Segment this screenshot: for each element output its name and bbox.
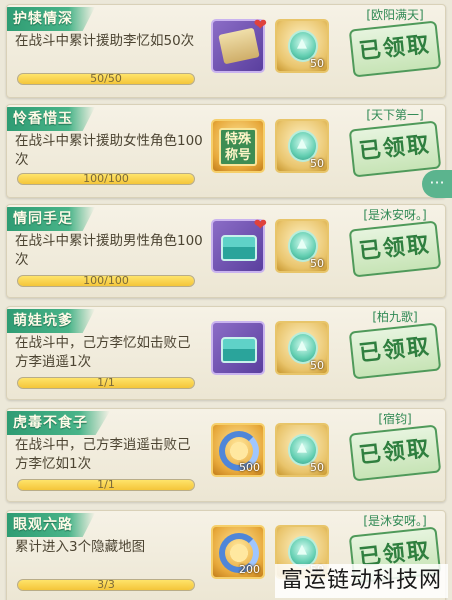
reward-item[interactable]: 200 — [211, 525, 265, 579]
achievement-title: 眼观六路 — [7, 513, 95, 537]
reward-jade[interactable]: 50 — [275, 19, 329, 73]
achievement-desc: 在战斗中累计援助李忆如50次 — [15, 33, 195, 49]
achievement-title: 情同手足 — [7, 207, 95, 231]
achievement-desc: 在战斗中，己方李忆如击败己方李逍遥1次 — [15, 335, 191, 370]
watermark: 富运链动科技网 — [274, 564, 448, 598]
achievement-card: 萌娃坑爹 在战斗中，己方李忆如击败己方李逍遥1次 1/1 50 [柏九歌] 已领… — [6, 306, 446, 400]
claimed-button[interactable]: 已领取 — [348, 220, 442, 278]
progress-bar: 50/50 — [17, 73, 195, 85]
claimed-button[interactable]: 已领取 — [348, 120, 442, 178]
reward-count: 50 — [310, 157, 324, 170]
claimer-name: [是沐安呀。] — [363, 514, 427, 528]
heart-icon: ❤ — [253, 15, 267, 34]
reward-item-count: 500 — [239, 461, 260, 474]
achievement-title: 萌娃坑爹 — [7, 309, 95, 333]
chat-bubble-icon[interactable]: ··· — [422, 170, 452, 198]
progress-bar: 1/1 — [17, 377, 195, 389]
progress-bar: 1/1 — [17, 479, 195, 491]
reward-jade[interactable]: 50 — [275, 423, 329, 477]
claimed-button[interactable]: 已领取 — [348, 322, 442, 380]
achievement-list: 护犊情深 在战斗中累计援助李忆如50次 50/50 ❤ 50 [欧阳满天] 已领… — [0, 0, 452, 600]
achievement-desc: 累计进入3个隐藏地图 — [15, 539, 146, 555]
progress-text: 100/100 — [83, 173, 129, 185]
reward-item[interactable]: ❤ — [211, 215, 267, 273]
reward-jade[interactable]: 50 — [275, 321, 329, 375]
reward-count: 50 — [310, 359, 324, 372]
reward-jade[interactable]: 50 — [275, 119, 329, 173]
claimed-button[interactable]: 已领取 — [348, 20, 442, 78]
claimer-name: [柏九歌] — [372, 310, 418, 324]
achievement-title: 护犊情深 — [7, 7, 95, 31]
claimer-name: [是沐安呀。] — [363, 208, 427, 222]
heart-icon: ❤ — [253, 215, 267, 234]
chest-icon — [221, 235, 257, 261]
achievement-desc: 在战斗中累计援助男性角色100次 — [15, 233, 203, 268]
reward-item[interactable]: ❤ — [211, 15, 267, 73]
progress-text: 50/50 — [90, 73, 122, 85]
progress-text: 3/3 — [97, 579, 115, 591]
reward-jade[interactable]: 50 — [275, 219, 329, 273]
achievement-title: 怜香惜玉 — [7, 107, 95, 131]
achievement-title: 虎毒不食子 — [7, 411, 110, 435]
reward-item-count: 200 — [239, 563, 260, 576]
progress-bar: 3/3 — [17, 579, 195, 591]
achievement-card: 虎毒不食子 在战斗中，己方李逍遥击败己方李忆如1次 1/1 500 50 [宿钧… — [6, 408, 446, 502]
progress-text: 100/100 — [83, 275, 129, 287]
claimer-name: [宿钧] — [378, 412, 412, 426]
achievement-desc: 在战斗中累计援助女性角色100次 — [15, 133, 203, 168]
reward-item[interactable]: 特殊称号 — [211, 119, 265, 173]
achievement-card: 怜香惜玉 在战斗中累计援助女性角色100次 100/100 特殊称号 50 [天… — [6, 104, 446, 198]
reward-count: 50 — [310, 57, 324, 70]
reward-item[interactable]: 500 — [211, 423, 265, 477]
claimed-button[interactable]: 已领取 — [348, 424, 442, 482]
progress-bar: 100/100 — [17, 275, 195, 287]
claimer-name: [欧阳满天] — [366, 8, 424, 22]
reward-item[interactable] — [211, 321, 265, 375]
reward-count: 50 — [310, 461, 324, 474]
achievement-desc: 在战斗中，己方李逍遥击败己方李忆如1次 — [15, 437, 191, 472]
reward-count: 50 — [310, 257, 324, 270]
progress-text: 1/1 — [97, 377, 115, 389]
claimer-name: [天下第一] — [366, 108, 424, 122]
progress-bar: 100/100 — [17, 173, 195, 185]
achievement-card: 护犊情深 在战斗中累计援助李忆如50次 50/50 ❤ 50 [欧阳满天] 已领… — [6, 4, 446, 98]
progress-text: 1/1 — [97, 479, 115, 491]
special-title-badge-icon: 特殊称号 — [219, 128, 257, 166]
achievement-card: 情同手足 在战斗中累计援助男性角色100次 100/100 ❤ 50 [是沐安呀… — [6, 204, 446, 298]
chest-icon — [221, 337, 257, 363]
